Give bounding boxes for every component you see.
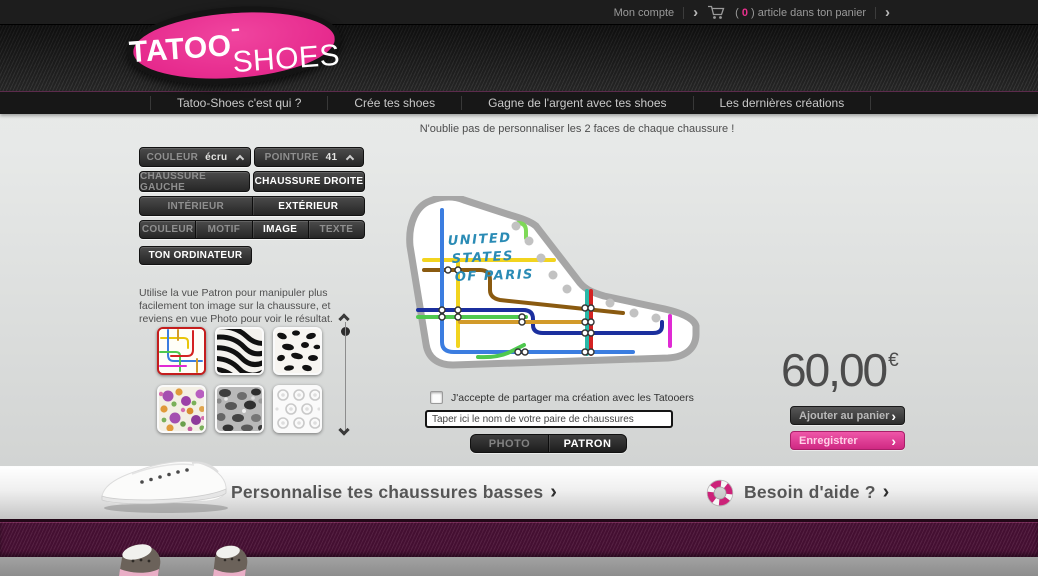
save-button[interactable]: Enregistrer ›: [790, 431, 905, 450]
chevron-right-icon: ›: [550, 481, 557, 504]
customize-low-shoes-link[interactable]: Personnalise tes chaussures basses ›: [231, 466, 557, 519]
low-top-sneaker-image: [92, 452, 240, 516]
nav-item-latest[interactable]: Les dernières créations: [693, 96, 872, 110]
lifebuoy-icon: [704, 477, 736, 509]
paisley-light-pattern: [275, 387, 320, 431]
shoe-patron-svg: UNITED STATES OF PARIS: [398, 196, 700, 374]
photo-view-label: PHOTO: [489, 438, 530, 450]
nav-item-create[interactable]: Crée tes shoes: [327, 96, 461, 110]
color-dropdown-label: COULEUR: [147, 152, 199, 163]
customize-low-shoes-label: Personnalise tes chaussures basses: [231, 482, 543, 503]
chevron-right-icon: ›: [891, 409, 896, 423]
exterior-tab-label: EXTÉRIEUR: [278, 201, 338, 212]
divider: [683, 7, 684, 19]
photo-view-button[interactable]: PHOTO: [471, 435, 548, 452]
cart-icon[interactable]: [707, 5, 726, 20]
logo-text-light: -SHOES: [229, 4, 341, 79]
price-amount: 60,00: [781, 347, 886, 393]
nav-item-earn[interactable]: Gagne de l'argent avec tes shoes: [461, 96, 692, 110]
logo-oval: TATOO-SHOES: [125, 0, 344, 91]
flowers-pattern: [159, 387, 204, 431]
size-dropdown-label: POINTURE: [265, 152, 319, 163]
tab-motif[interactable]: MOTIF: [195, 221, 251, 238]
share-checkbox-label: J'accepte de partager ma création avec l…: [451, 392, 694, 404]
exterior-tab[interactable]: EXTÉRIEUR: [252, 197, 365, 215]
cart-open-paren: (: [735, 7, 742, 19]
upload-from-computer-button[interactable]: TON ORDINATEUR: [139, 246, 252, 265]
sneaker-toe-right: [209, 544, 251, 576]
tab-couleur[interactable]: COULEUR: [140, 221, 195, 238]
patron-view-button[interactable]: PATRON: [548, 435, 626, 452]
chevron-up-icon: [346, 154, 354, 162]
metro-map-pattern: [159, 329, 204, 373]
right-shoe-tab[interactable]: CHAUSSURE DROITE: [253, 171, 365, 192]
pattern-thumb-metro-map[interactable]: [157, 327, 206, 375]
patron-view-label: PATRON: [564, 438, 612, 450]
save-button-label: Enregistrer: [799, 435, 858, 447]
upload-button-label: TON ORDINATEUR: [149, 250, 243, 261]
price: 60,00 €: [781, 347, 899, 393]
tab-image-label: IMAGE: [263, 224, 297, 235]
spots-pattern: [275, 329, 320, 373]
zebra-pattern: [217, 329, 262, 373]
tab-image[interactable]: IMAGE: [252, 221, 308, 238]
view-toggle: PHOTO PATRON: [470, 434, 627, 453]
shoe-outline: [410, 197, 696, 365]
personalize-notice: N'oublie pas de personnaliser les 2 face…: [397, 123, 757, 135]
shoe-name-input[interactable]: [425, 410, 673, 428]
left-shoe-tab[interactable]: CHAUSSURE GAUCHE: [139, 171, 250, 192]
chevron-right-icon: ›: [891, 434, 896, 448]
patron-hint-text: Utilise la vue Patron pour manipuler plu…: [139, 287, 363, 326]
mode-tabs: COULEUR MOTIF IMAGE TEXTE: [139, 220, 365, 239]
logo-text-bold: TATOO: [128, 29, 233, 70]
add-to-cart-label: Ajouter au panier: [799, 410, 889, 422]
cart-label: ) article dans ton panier: [748, 7, 866, 19]
right-shoe-tab-label: CHAUSSURE DROITE: [255, 176, 364, 187]
pattern-thumb-paisley-light[interactable]: [273, 385, 322, 433]
nav-item-about[interactable]: Tatoo-Shoes c'est qui ?: [150, 96, 327, 110]
pattern-thumb-paisley-dark[interactable]: [215, 385, 264, 433]
main-nav: Tatoo-Shoes c'est qui ? Crée tes shoes G…: [0, 91, 1038, 114]
shoe-preview[interactable]: UNITED STATES OF PARIS: [398, 196, 700, 374]
left-shoe-tab-label: CHAUSSURE GAUCHE: [140, 171, 249, 193]
interior-tab[interactable]: INTÉRIEUR: [140, 197, 252, 215]
price-currency: €: [888, 350, 899, 393]
tab-texte[interactable]: TEXTE: [308, 221, 364, 238]
tab-motif-label: MOTIF: [208, 224, 241, 235]
chevron-right-icon: ›: [883, 481, 890, 504]
pattern-thumb-leopard-spots[interactable]: [273, 327, 322, 375]
account-link[interactable]: Mon compte: [614, 7, 675, 19]
nav-items: Tatoo-Shoes c'est qui ? Crée tes shoes G…: [150, 92, 871, 114]
pattern-thumb-zebra[interactable]: [215, 327, 264, 375]
interior-tab-label: INTÉRIEUR: [167, 201, 224, 212]
scrollbar-track[interactable]: [345, 322, 346, 430]
tab-texte-label: TEXTE: [320, 224, 354, 235]
color-dropdown-value: écru: [205, 152, 227, 163]
chevron-right-icon[interactable]: ›: [885, 3, 890, 23]
help-link[interactable]: Besoin d'aide ? ›: [744, 466, 890, 519]
size-dropdown-value: 41: [326, 152, 338, 163]
top-bar-links: Mon compte › ( 0 ) article dans ton pani…: [614, 0, 890, 25]
face-toggle: INTÉRIEUR EXTÉRIEUR: [139, 196, 365, 216]
svg-text:OF PARIS: OF PARIS: [455, 267, 535, 285]
chevron-up-icon: [236, 154, 244, 162]
paisley-dark-pattern: [217, 387, 262, 431]
help-link-label: Besoin d'aide ?: [744, 482, 876, 503]
cart-status[interactable]: ( 0 ) article dans ton panier: [735, 7, 866, 19]
chevron-right-icon[interactable]: ›: [693, 3, 698, 23]
color-dropdown[interactable]: COULEUR écru: [139, 147, 251, 167]
pattern-thumb-flowers[interactable]: [157, 385, 206, 433]
tab-couleur-label: COULEUR: [142, 224, 194, 235]
share-checkbox[interactable]: [430, 391, 443, 404]
site-logo[interactable]: TATOO-SHOES: [127, 7, 341, 84]
size-dropdown[interactable]: POINTURE 41: [254, 147, 364, 167]
divider: [875, 7, 876, 19]
add-to-cart-button[interactable]: Ajouter au panier ›: [790, 406, 905, 425]
sneaker-toe-left: [113, 543, 167, 576]
